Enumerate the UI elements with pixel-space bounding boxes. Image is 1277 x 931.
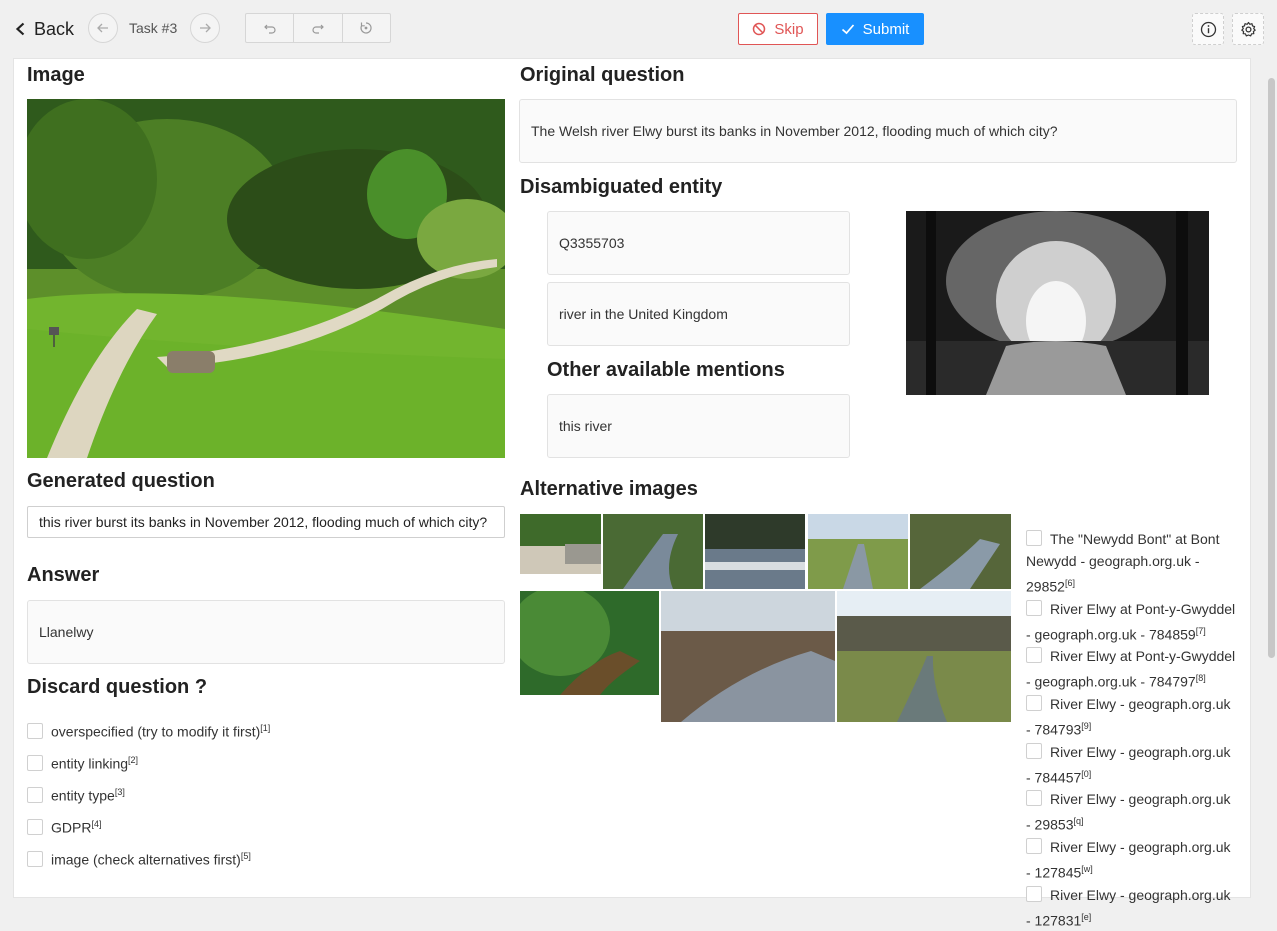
entity-description: river in the United Kingdom [547,282,850,346]
alternative-image[interactable] [910,514,1011,589]
ban-icon [753,22,766,36]
reset-icon [360,22,372,34]
skip-label: Skip [774,20,804,38]
alternative-image-checkbox[interactable] [1026,885,1042,902]
alternative-image[interactable] [603,514,703,589]
alternative-image-checkbox[interactable] [1026,790,1042,807]
alternative-image[interactable] [520,514,601,574]
alternative-image-checkbox[interactable] [1026,599,1042,616]
info-button[interactable] [1192,13,1224,45]
discard-option-image: image (check alternatives first)[5] [51,851,251,868]
previous-task-button[interactable] [88,13,118,43]
gear-icon [1240,21,1256,36]
task-label: Task #3 [129,20,178,36]
discard-checkbox-image[interactable] [27,851,43,867]
alternative-image-option: River Elwy - geograph.org.uk - 29853[q] [1026,790,1231,833]
other-mention-value: this river [547,394,850,458]
discard-option-entity-type: entity type[3] [51,787,125,804]
redo-icon [312,24,324,34]
alternative-image[interactable] [837,591,1011,722]
entity-id: Q3355703 [547,211,850,275]
alternative-image[interactable] [705,514,805,589]
alternative-image[interactable] [808,514,908,589]
discard-option-overspecified: overspecified (try to modify it first)[1… [51,723,271,740]
undo-icon [263,24,276,34]
entity-image [906,211,1209,395]
alternative-image-checkbox[interactable] [1026,742,1042,759]
alternative-image-checkbox[interactable] [1026,647,1042,664]
image-heading: Image [27,64,85,86]
discard-option-entity-linking: entity linking[2] [51,755,139,772]
discard-checkbox-overspecified[interactable] [27,723,43,739]
undo-button[interactable] [246,14,295,42]
submit-button[interactable]: Submit [826,13,924,45]
scrollbar[interactable] [1268,78,1275,658]
next-task-button[interactable] [190,13,220,43]
reset-button[interactable] [343,14,390,42]
main-image [27,99,505,458]
discard-option-gdpr: GDPR[4] [51,819,102,836]
alternative-images-heading: Alternative images [520,478,698,500]
alternative-image-option: River Elwy at Pont-y-Gwyddel - geograph.… [1026,599,1236,643]
skip-button[interactable]: Skip [738,13,818,45]
generated-question-heading: Generated question [27,470,215,492]
discard-checkbox-entity-type[interactable] [27,787,43,803]
submit-label: Submit [862,20,910,38]
alternative-image-option: The "Newydd Bont" at Bont Newydd - geogr… [1026,530,1220,595]
chevron-left-icon [15,22,25,36]
alternative-image-checkbox[interactable] [1026,837,1042,854]
disambiguated-entity-heading: Disambiguated entity [520,176,723,198]
original-question-text: The Welsh river Elwy burst its banks in … [519,99,1237,163]
top-toolbar: Back Task #3 Skip Submit [0,0,1277,58]
alternative-images-list: The "Newydd Bont" at Bont Newydd - geogr… [1026,528,1236,931]
back-label: Back [34,18,75,39]
other-mentions-heading: Other available mentions [547,359,785,381]
alternative-image[interactable] [520,591,659,695]
alternative-image-option: River Elwy - geograph.org.uk - 784793[9] [1026,694,1231,738]
discard-checkbox-gdpr[interactable] [27,819,43,835]
original-question-heading: Original question [520,64,685,86]
alternative-image-option: River Elwy - geograph.org.uk - 127845[w] [1026,837,1231,881]
discard-heading: Discard question ? [27,676,208,698]
arrow-left-icon [97,23,108,33]
info-icon [1200,21,1216,37]
generated-question-input[interactable]: this river burst its banks in November 2… [27,506,505,538]
alternative-image-option: River Elwy at Pont-y-Gwyddel - geograph.… [1026,647,1236,690]
arrow-right-icon [200,23,211,33]
answer-value: Llanelwy [27,600,505,664]
alternative-image-option: River Elwy - geograph.org.uk - 784457[0] [1026,742,1231,786]
alternative-image[interactable] [661,591,835,722]
alternative-image-option: River Elwy - geograph.org.uk - 127831[e] [1026,885,1231,929]
alternative-image-checkbox[interactable] [1026,694,1042,711]
alternative-image-checkbox[interactable] [1026,530,1042,546]
answer-heading: Answer [27,564,100,586]
discard-checkbox-entity-linking[interactable] [27,755,43,771]
back-button[interactable]: Back [14,16,74,42]
check-icon [841,24,854,35]
history-button-group [245,13,391,43]
redo-button[interactable] [294,14,343,42]
settings-button[interactable] [1232,13,1264,45]
